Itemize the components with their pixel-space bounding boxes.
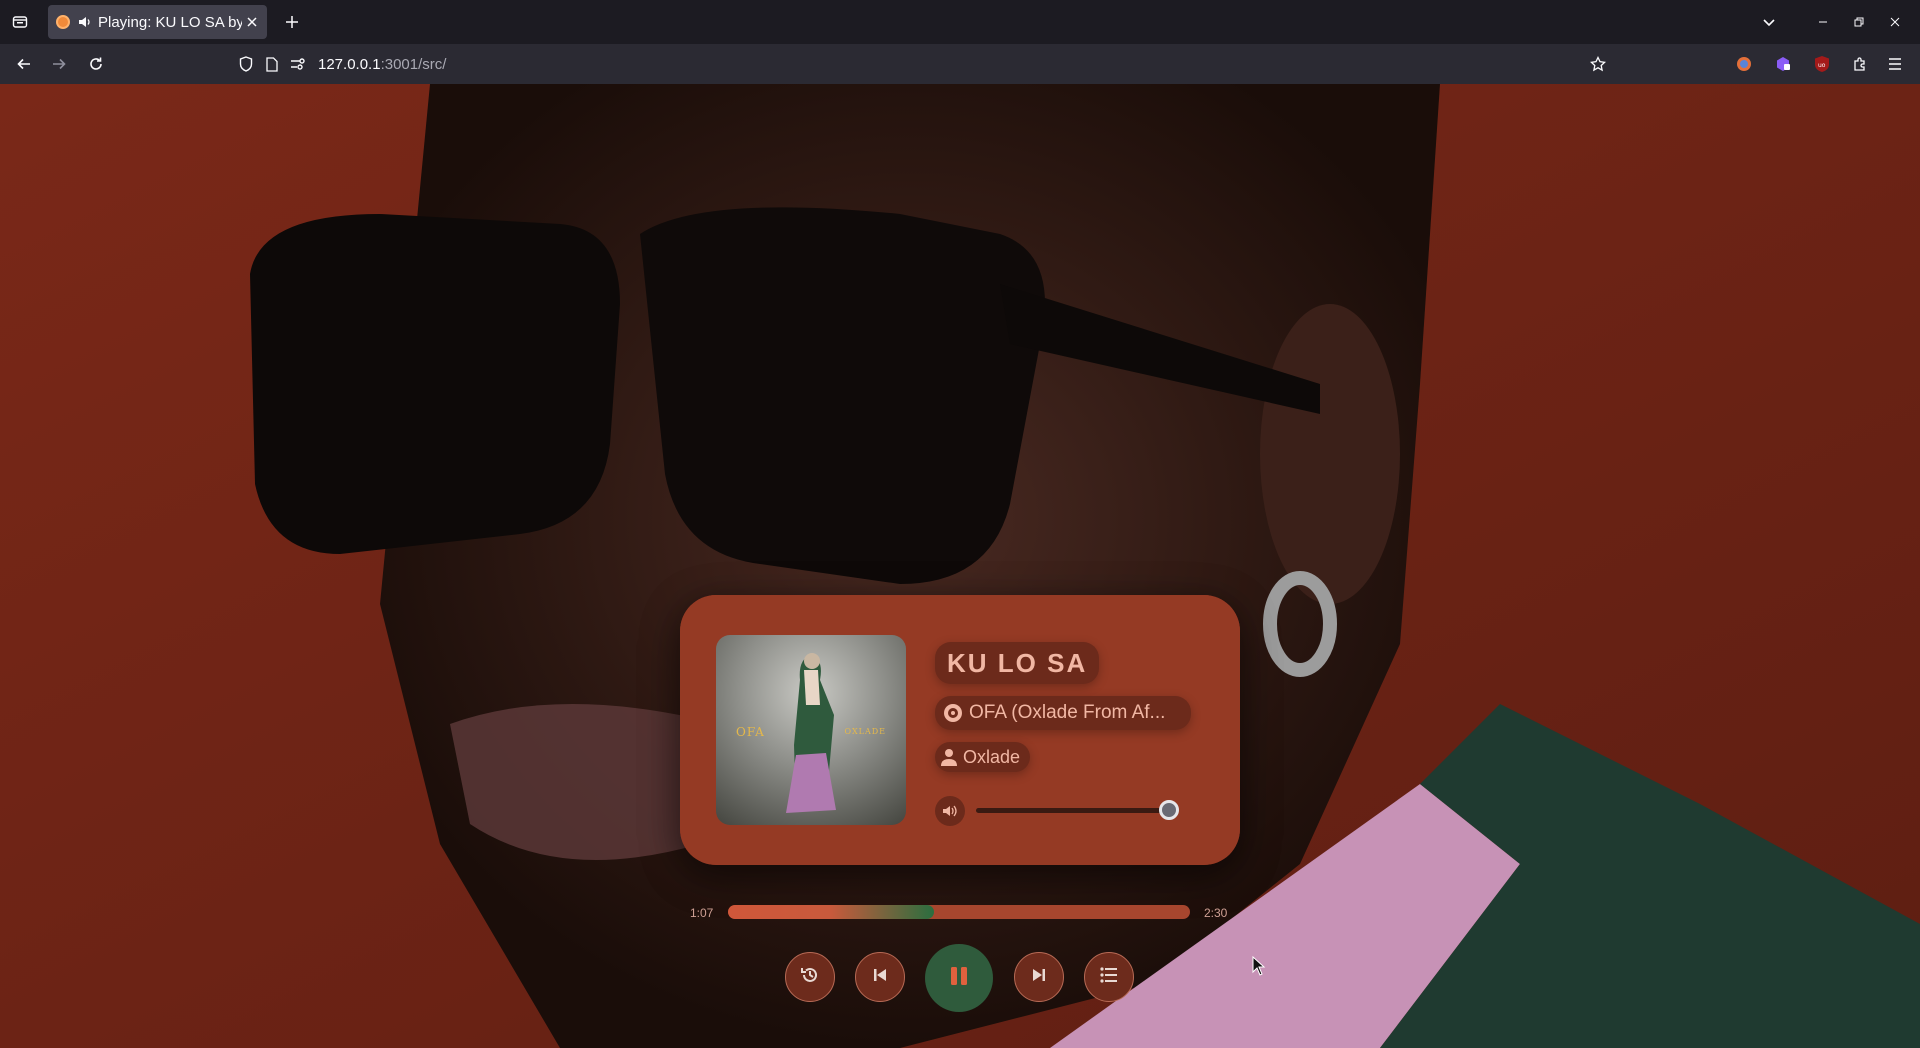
volume-icon[interactable] xyxy=(935,796,965,826)
url-path: :3001/src/ xyxy=(380,55,447,73)
bookmark-star-icon[interactable] xyxy=(1588,54,1608,74)
app-menu-icon[interactable] xyxy=(1883,52,1907,76)
firefox-view-icon[interactable] xyxy=(8,10,32,34)
volume-slider-track[interactable] xyxy=(976,808,1168,813)
skip-back-icon xyxy=(872,967,888,988)
svg-text:uo: uo xyxy=(1818,62,1826,69)
current-time: 1:07 xyxy=(690,906,714,920)
track-title: KU LO SA xyxy=(935,642,1100,684)
audio-playing-icon[interactable] xyxy=(78,15,92,29)
permissions-icon[interactable] xyxy=(288,54,308,74)
tab-active[interactable]: Playing: KU LO SA by Oxlade xyxy=(48,5,267,39)
tab-bar: Playing: KU LO SA by Oxlade xyxy=(0,0,1920,44)
close-tab-icon[interactable] xyxy=(245,15,259,29)
album-name[interactable]: OFA (Oxlade From Af... xyxy=(935,696,1191,730)
container-extension-icon[interactable] xyxy=(1771,52,1795,76)
cover-text-right: OXLADE xyxy=(844,727,886,736)
site-favicon-icon xyxy=(56,15,70,29)
artist-name[interactable]: Oxlade xyxy=(935,742,1031,772)
pause-icon xyxy=(948,965,970,992)
play-pause-button[interactable] xyxy=(925,944,993,1012)
page-info-icon[interactable] xyxy=(262,54,282,74)
next-button[interactable] xyxy=(1014,952,1064,1002)
album-cover-image: OFA OXLADE xyxy=(716,635,906,825)
volume-slider-thumb[interactable] xyxy=(1159,800,1179,820)
navigation-toolbar: 127.0.0.1:3001/src/ uo xyxy=(0,44,1920,84)
url-text[interactable]: 127.0.0.1:3001/src/ xyxy=(318,56,446,73)
reload-icon[interactable] xyxy=(84,52,108,76)
tab-title: Playing: KU LO SA by Oxlade xyxy=(98,13,242,31)
vinyl-disc-icon xyxy=(943,703,963,723)
album-name-text: OFA (Oxlade From Af... xyxy=(969,702,1166,723)
url-host: 127.0.0.1 xyxy=(318,55,381,73)
extensions-puzzle-icon[interactable] xyxy=(1848,52,1872,76)
close-window-icon[interactable] xyxy=(1880,7,1910,37)
history-icon xyxy=(800,965,820,990)
new-tab-icon[interactable] xyxy=(280,10,304,34)
artist-name-text: Oxlade xyxy=(963,746,1021,767)
tracking-protection-icon[interactable] xyxy=(236,54,256,74)
forward-icon[interactable] xyxy=(47,52,71,76)
back-icon[interactable] xyxy=(12,52,36,76)
history-button[interactable] xyxy=(785,952,835,1002)
progress-bar[interactable] xyxy=(728,905,1190,919)
queue-button[interactable] xyxy=(1084,952,1134,1002)
progress-fill xyxy=(728,905,934,919)
minimize-icon[interactable] xyxy=(1808,7,1838,37)
track-title-text: KU LO SA xyxy=(947,647,1088,678)
profile-extension-icon[interactable] xyxy=(1732,52,1756,76)
mouse-cursor-icon xyxy=(1252,956,1266,976)
queue-list-icon xyxy=(1100,966,1118,988)
total-time: 2:30 xyxy=(1204,906,1228,920)
previous-button[interactable] xyxy=(855,952,905,1002)
address-bar[interactable]: 127.0.0.1:3001/src/ xyxy=(230,49,1610,79)
cover-text-left: OFA xyxy=(736,725,765,739)
restore-icon[interactable] xyxy=(1844,7,1874,37)
skip-forward-icon xyxy=(1031,967,1047,988)
person-icon xyxy=(941,748,957,766)
list-all-tabs-icon[interactable] xyxy=(1757,10,1781,34)
ublock-origin-icon[interactable]: uo xyxy=(1810,52,1834,76)
now-playing-card-content: OFA OXLADE KU LO SA OFA (Oxlade From Af.… xyxy=(680,595,1240,865)
